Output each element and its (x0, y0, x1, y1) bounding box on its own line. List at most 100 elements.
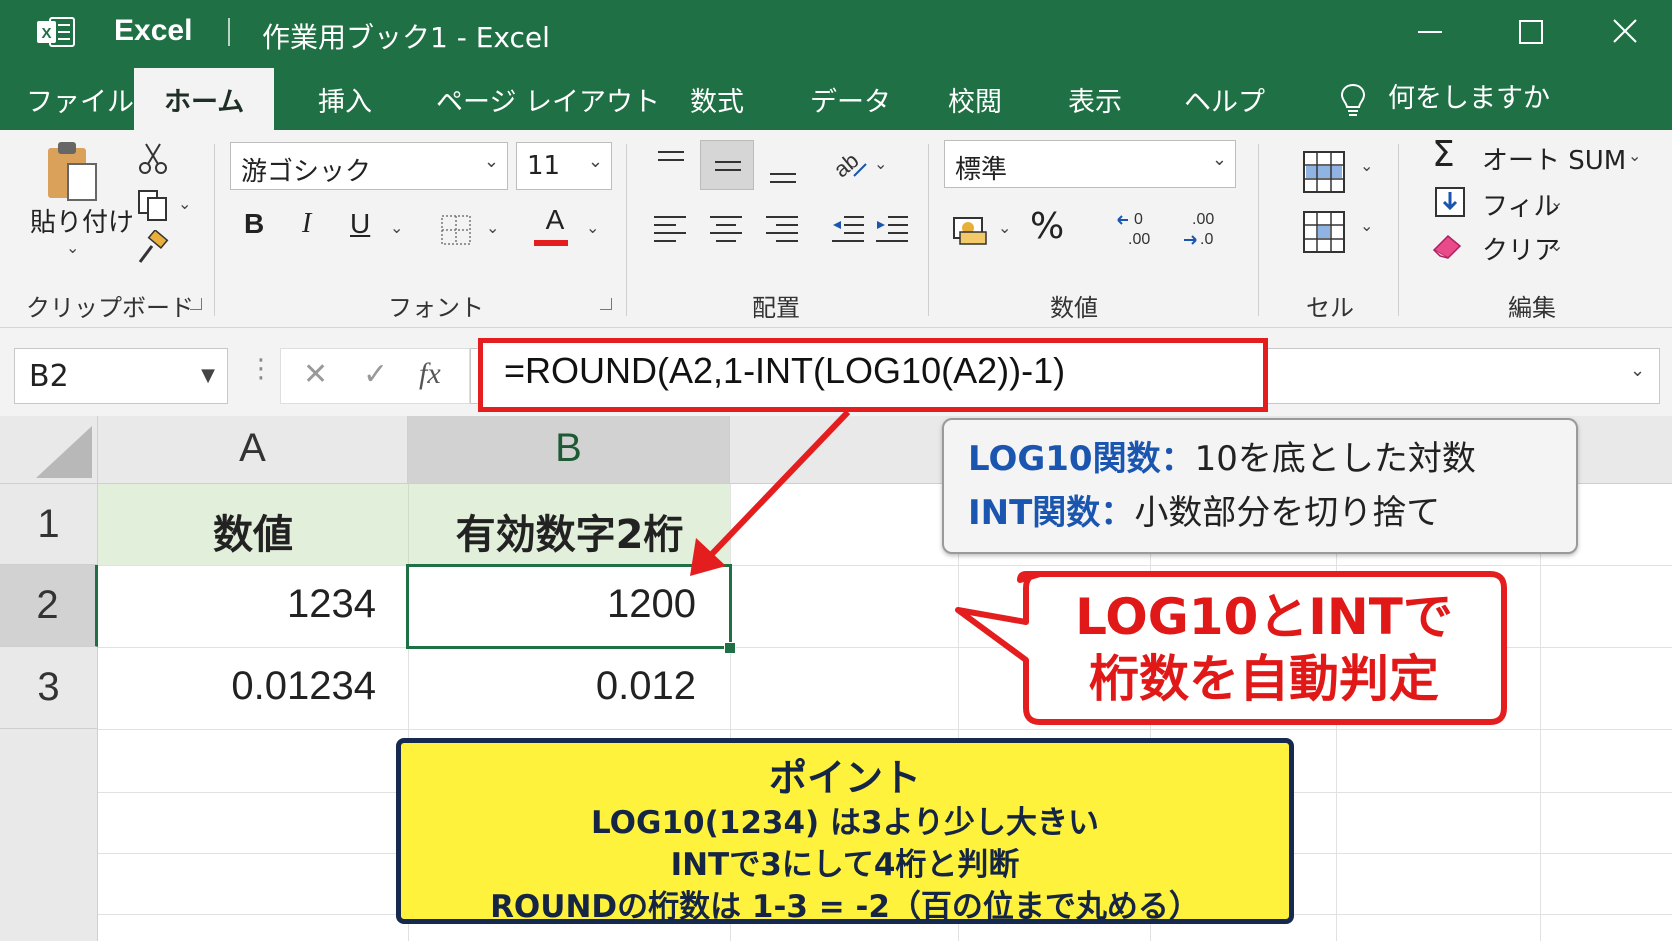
orientation-dropdown-icon[interactable]: ⌄ (874, 154, 887, 173)
clipboard-launcher-icon[interactable] (190, 298, 202, 310)
clear-dropdown-icon[interactable]: ⌄ (1550, 236, 1563, 255)
fill-down-icon[interactable] (1434, 186, 1466, 218)
fill-dropdown-icon[interactable]: ⌄ (1550, 192, 1563, 211)
tab-review[interactable]: 校閲 (948, 80, 1002, 119)
tell-me-search[interactable]: 何をしますか (1340, 76, 1550, 117)
group-divider (1398, 144, 1399, 316)
italic-button[interactable]: I (302, 208, 311, 240)
format-painter-icon[interactable] (134, 230, 170, 266)
increase-decimal-icon[interactable]: 0.00 (1114, 208, 1160, 248)
tab-page-layout[interactable]: ページ レイアウト (436, 80, 660, 119)
tab-help[interactable]: ヘルプ (1184, 80, 1265, 119)
cell-a1[interactable]: 数値 (98, 484, 408, 565)
group-divider (626, 144, 627, 316)
font-name-value: 游ゴシック (241, 157, 372, 187)
enter-icon[interactable]: ✓ (363, 357, 388, 392)
expand-formula-bar-icon[interactable]: ⌄ (1630, 360, 1645, 381)
point-line: LOG10(1234) は3より少し大きい (591, 805, 1099, 841)
tab-insert[interactable]: 挿入 (318, 80, 372, 119)
chevron-down-icon: ⌄ (483, 151, 499, 172)
orientation-icon[interactable]: ab (830, 146, 870, 182)
fill-button[interactable]: フィル (1482, 186, 1559, 223)
align-top-icon[interactable] (654, 148, 688, 176)
clear-button[interactable]: クリア (1482, 230, 1560, 267)
font-color-button[interactable]: A (540, 204, 570, 236)
paste-dropdown-icon[interactable]: ⌄ (66, 238, 79, 257)
app-name: Excel (114, 14, 193, 47)
maximize-icon[interactable] (1510, 14, 1550, 50)
tab-file[interactable]: ファイル (26, 80, 134, 119)
close-icon[interactable] (1605, 14, 1645, 50)
tab-formulas[interactable]: 数式 (690, 80, 744, 119)
cell-selection (406, 564, 732, 649)
borders-icon[interactable] (440, 214, 472, 246)
svg-text:0: 0 (1134, 211, 1143, 228)
format-cells-dropdown-icon[interactable]: ⌄ (1360, 216, 1373, 235)
percent-button[interactable]: % (1030, 206, 1064, 247)
copy-icon[interactable] (136, 188, 170, 222)
clipboard-group-label: クリップボード (26, 294, 194, 322)
chevron-down-icon: ⌄ (587, 151, 603, 172)
insert-cells-dropdown-icon[interactable]: ⌄ (1360, 156, 1373, 175)
formula-text[interactable]: =ROUND(A2,1-INT(LOG10(A2))-1) (504, 350, 1065, 392)
font-launcher-icon[interactable] (600, 298, 612, 310)
align-center-icon[interactable] (708, 212, 744, 246)
fill-handle[interactable] (724, 642, 736, 654)
row-header-2[interactable]: 2 (0, 565, 98, 647)
cancel-icon[interactable]: ✕ (303, 357, 328, 392)
row-header-1[interactable]: 1 (0, 484, 98, 565)
cell-a2[interactable]: 1234 (287, 582, 376, 627)
row-header-3[interactable]: 3 (0, 647, 98, 729)
format-cells-icon[interactable] (1302, 210, 1346, 254)
cell-b3[interactable]: 0.012 (596, 664, 696, 709)
align-right-icon[interactable] (764, 212, 800, 246)
increase-indent-icon[interactable] (874, 212, 910, 246)
align-middle-button[interactable] (700, 140, 754, 190)
group-divider (214, 144, 215, 316)
tab-view[interactable]: 表示 (1068, 80, 1122, 119)
decrease-indent-icon[interactable] (830, 212, 866, 246)
font-name-combo[interactable]: 游ゴシック ⌄ (230, 142, 508, 190)
font-size-combo[interactable]: 11 ⌄ (516, 142, 612, 190)
select-all-corner[interactable] (0, 416, 98, 484)
autosum-button[interactable]: オート SUM (1482, 140, 1626, 177)
font-group-label: フォント (388, 294, 484, 322)
column-header-b[interactable]: B (408, 416, 730, 484)
name-box[interactable]: B2 ▼ (14, 348, 228, 404)
insert-cells-icon[interactable] (1302, 150, 1346, 194)
sigma-icon[interactable]: Σ (1432, 134, 1455, 175)
borders-dropdown-icon[interactable]: ⌄ (486, 218, 499, 237)
chevron-down-icon: ⌄ (1211, 149, 1227, 170)
alignment-group-label: 配置 (752, 294, 800, 322)
column-header-a[interactable]: A (98, 416, 408, 484)
paste-label[interactable]: 貼り付け (30, 202, 134, 239)
accounting-format-icon[interactable] (950, 208, 990, 248)
bold-button[interactable]: B (244, 208, 264, 240)
autosum-dropdown-icon[interactable]: ⌄ (1628, 146, 1641, 165)
align-left-icon[interactable] (652, 212, 688, 246)
insert-function-icon[interactable]: fx (419, 357, 441, 391)
accounting-dropdown-icon[interactable]: ⌄ (998, 218, 1011, 237)
eraser-icon[interactable] (1430, 228, 1466, 262)
tab-home[interactable]: ホーム (134, 68, 275, 130)
copy-dropdown-icon[interactable]: ⌄ (178, 194, 191, 213)
underline-dropdown-icon[interactable]: ⌄ (390, 218, 403, 237)
align-bottom-icon[interactable] (766, 160, 800, 188)
underline-button[interactable]: U (350, 208, 370, 240)
decrease-decimal-icon[interactable]: .00.0 (1178, 208, 1224, 248)
tab-data[interactable]: データ (810, 80, 891, 119)
font-color-dropdown-icon[interactable]: ⌄ (586, 218, 599, 237)
minimize-icon[interactable] (1410, 14, 1450, 50)
cell-a3[interactable]: 0.01234 (231, 664, 376, 709)
number-format-combo[interactable]: 標準 ⌄ (944, 140, 1236, 188)
group-divider (1258, 144, 1259, 316)
callout-line: 桁数を自動判定 (1089, 650, 1439, 708)
point-box: ポイント LOG10(1234) は3より少し大きい INTで3にして4桁と判断… (396, 738, 1294, 925)
vertical-dots-icon[interactable]: ⋮ (248, 354, 274, 384)
paste-icon[interactable] (42, 138, 102, 204)
function-info-box: LOG10関数：10を底とした対数 INT関数：小数部分を切り捨て (942, 418, 1578, 554)
cell-b1[interactable]: 有効数字2桁 (408, 484, 730, 565)
svg-text:ab: ab (830, 147, 863, 182)
cut-icon[interactable] (136, 142, 170, 176)
chevron-down-icon: ▼ (201, 365, 215, 386)
